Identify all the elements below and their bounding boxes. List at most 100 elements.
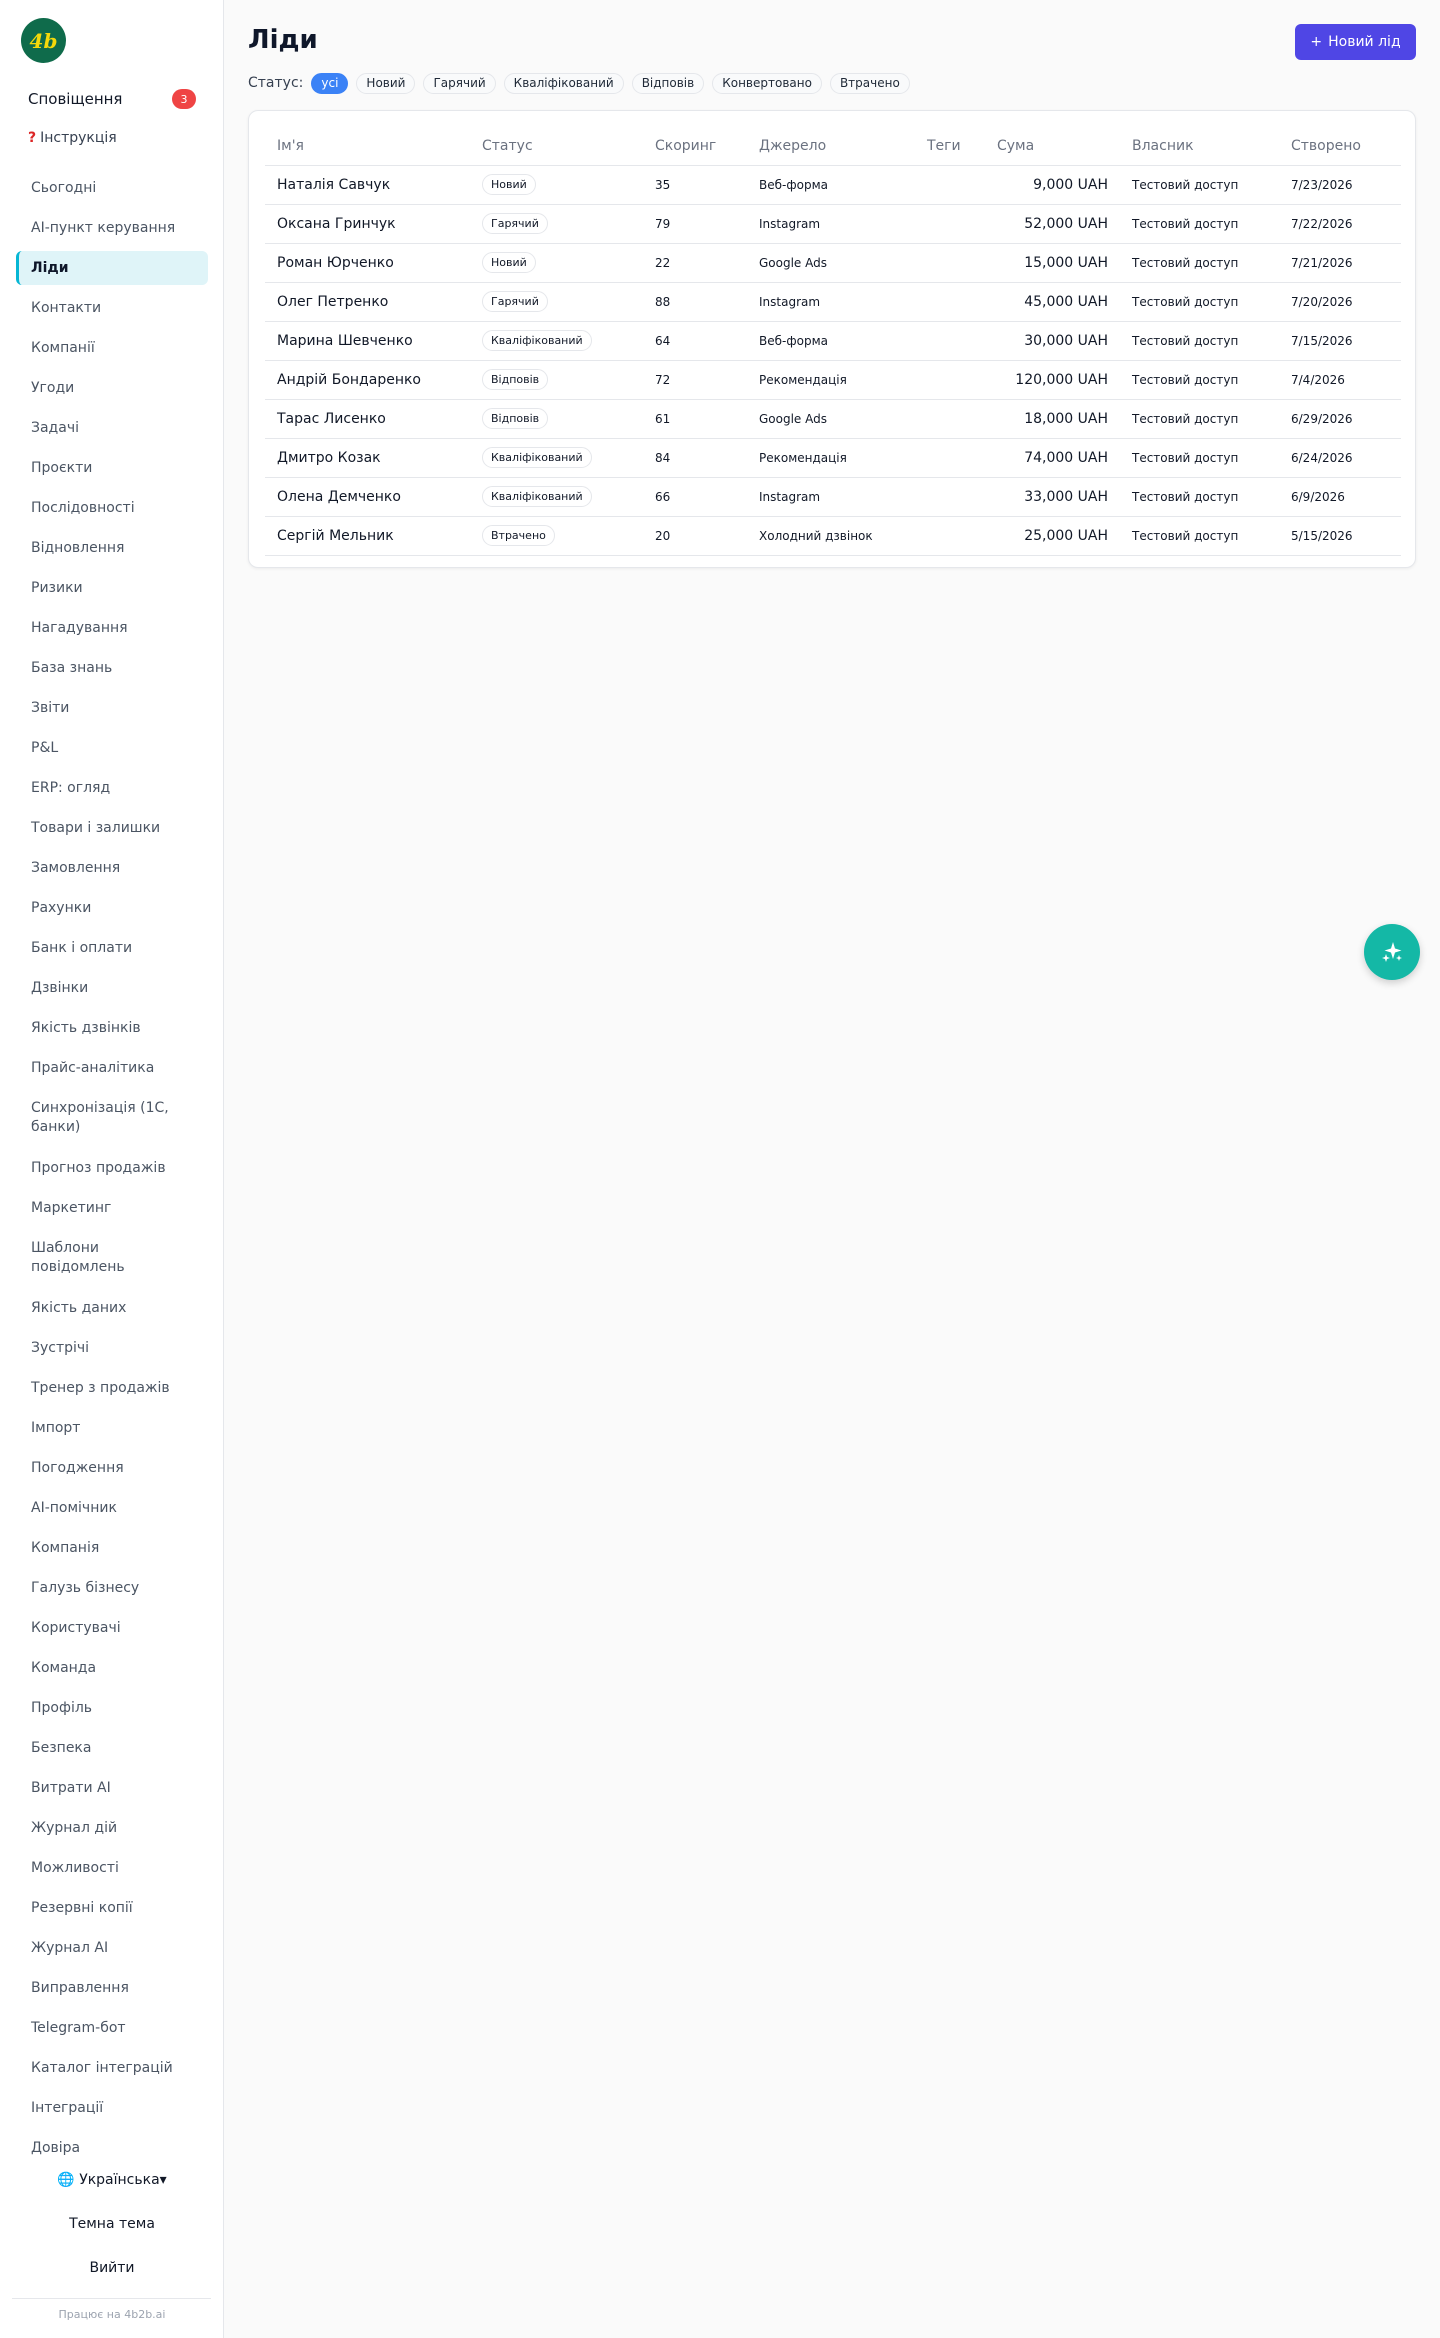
sidebar-item[interactable]: Довіра [16,2128,208,2168]
table-row[interactable]: Тарас Лисенко Відповів 61 Google Ads 18,000 … [265,399,1401,439]
table-row[interactable]: Андрій Бондаренко Відповів 72 Рекомендація 1… [265,360,1401,400]
column-header[interactable]: Теги [915,127,985,166]
sidebar-item[interactable]: ERP: огляд [16,768,208,808]
sidebar-item[interactable]: Безпека [16,1728,208,1768]
column-header[interactable]: Скоринг [643,127,747,166]
new-lead-button[interactable]: + Новий лід [1295,24,1416,60]
sidebar-item[interactable]: Виправлення [16,1968,208,2008]
cell-owner: Тестовий доступ [1120,282,1279,322]
sidebar-item[interactable]: Рахунки [16,888,208,928]
sidebar-item[interactable]: Зустрічі [16,1328,208,1368]
status-filter-chip[interactable]: Втрачено [829,72,910,94]
cell-amount: 9,000 UAH [985,165,1120,205]
table-row[interactable]: Наталія Савчук Новий 35 Веб-форма 9,000 UAH Т… [265,165,1401,205]
sidebar-item[interactable]: Резервні копії [16,1888,208,1928]
cell-score: 20 [643,516,747,556]
sidebar-item[interactable]: Галузь бізнесу [16,1568,208,1608]
status-badge: Новий [482,252,536,273]
sidebar-item[interactable]: Погодження [16,1448,208,1488]
sidebar-item[interactable]: Відновлення [16,528,208,568]
cell-amount: 25,000 UAH [985,516,1120,556]
sidebar-item[interactable]: Витрати AI [16,1768,208,1808]
table-row[interactable]: Сергій Мельник Втрачено 20 Холодний дзвінок… [265,516,1401,556]
instruction-link[interactable]: ? Інструкція [28,130,117,146]
table-header-row: Ім'я Статус Скоринг Джерело Теги Сума Власник С… [265,127,1401,166]
sidebar-item[interactable]: Шаблони повідомлень [16,1228,208,1288]
column-header[interactable]: Ім'я [265,127,470,166]
cell-source: Instagram [747,282,915,322]
sidebar-item[interactable]: P&L [16,728,208,768]
status-filter-chip[interactable]: усі [311,72,349,94]
sidebar-item[interactable]: Якість даних [16,1288,208,1328]
sidebar-item-label: Контакти [31,299,102,316]
sidebar-item[interactable]: Проєкти [16,448,208,488]
cell-owner: Тестовий доступ [1120,165,1279,205]
sidebar-item[interactable]: Маркетинг [16,1188,208,1228]
sidebar-item[interactable]: Звіти [16,688,208,728]
table-row[interactable]: Олег Петренко Гарячий 88 Instagram 45,000 UA… [265,282,1401,322]
sidebar-item[interactable]: Нагадування [16,608,208,648]
sidebar-item[interactable]: Журнал дій [16,1808,208,1848]
ai-assistant-fab[interactable] [1364,924,1420,980]
sidebar-item-label: Звіти [31,699,70,716]
column-header[interactable]: Джерело [747,127,915,166]
sidebar-item[interactable]: Компанії [16,328,208,368]
cell-tags [915,360,985,400]
notifications-link[interactable]: Сповіщення 3 [28,88,196,110]
language-select[interactable]: 🌐 Українська▾ [0,2172,224,2188]
status-filter-chip[interactable]: Конвертовано [712,72,822,94]
cell-source: Google Ads [747,243,915,283]
sidebar-item[interactable]: Прогноз продажів [16,1148,208,1188]
sidebar-item[interactable]: Профіль [16,1688,208,1728]
status-filter-chip[interactable]: Кваліфікований [503,72,624,94]
sidebar-item[interactable]: Товари і залишки [16,808,208,848]
table-row[interactable]: Роман Юрченко Новий 22 Google Ads 15,000 UAH… [265,243,1401,283]
status-filter-chip[interactable]: Новий [356,72,416,94]
sidebar-item[interactable]: Журнал AI [16,1928,208,1968]
sidebar-item[interactable]: Банк і оплати [16,928,208,968]
plus-icon: + [1310,34,1323,50]
column-header[interactable]: Статус [470,127,643,166]
sidebar-item[interactable]: Каталог інтеграцій [16,2048,208,2088]
table-row[interactable]: Оксана Гринчук Гарячий 79 Instagram 52,000 U… [265,204,1401,244]
table-row[interactable]: Олена Демченко Кваліфікований 66 Instagram 3… [265,477,1401,517]
column-header[interactable]: Створено [1279,127,1401,166]
table-row[interactable]: Дмитро Козак Кваліфікований 84 Рекомендація… [265,438,1401,478]
sidebar-item[interactable]: Сьогодні [16,168,208,208]
sidebar-item[interactable]: Інтеграції [16,2088,208,2128]
sidebar-item[interactable]: AI-помічник [16,1488,208,1528]
sidebar-item[interactable]: Ризики [16,568,208,608]
sidebar-item[interactable]: Ліди [16,251,208,285]
sidebar-item-label: Інтеграції [31,2099,104,2116]
sidebar-item[interactable]: Прайс-аналітика [16,1048,208,1088]
sidebar-item[interactable]: Замовлення [16,848,208,888]
sidebar-item[interactable]: Угоди [16,368,208,408]
cell-source: Instagram [747,204,915,244]
column-header[interactable]: Власник [1120,127,1279,166]
sidebar-item[interactable]: Можливості [16,1848,208,1888]
sidebar-item-label: Журнал дій [31,1819,118,1836]
app-logo[interactable]: 4b [21,18,66,63]
table-row[interactable]: Марина Шевченко Кваліфікований 64 Веб-форма… [265,321,1401,361]
sidebar-item[interactable]: Тренер з продажів [16,1368,208,1408]
status-filter-chip[interactable]: Відповів [631,72,705,94]
sidebar-item[interactable]: Синхронізація (1С, банки) [16,1088,208,1148]
sidebar-item[interactable]: Дзвінки [16,968,208,1008]
sidebar-item[interactable]: Якість дзвінків [16,1008,208,1048]
sidebar-item[interactable]: Імпорт [16,1408,208,1448]
sidebar-item[interactable]: Користувачі [16,1608,208,1648]
sidebar-item[interactable]: Контакти [16,288,208,328]
logout-button[interactable]: Вийти [0,2260,224,2276]
cell-tags [915,243,985,283]
theme-toggle[interactable]: Темна тема [0,2216,224,2232]
sidebar-item[interactable]: AI-пункт керування [16,208,208,248]
sidebar-item[interactable]: Компанія [16,1528,208,1568]
sidebar-item[interactable]: База знань [16,648,208,688]
cell-amount: 15,000 UAH [985,243,1120,283]
sidebar-item[interactable]: Послідовності [16,488,208,528]
sidebar-item[interactable]: Задачі [16,408,208,448]
sidebar-item[interactable]: Telegram-бот [16,2008,208,2048]
status-filter-chip[interactable]: Гарячий [423,72,496,94]
sidebar-item[interactable]: Команда [16,1648,208,1688]
column-header[interactable]: Сума [985,127,1120,166]
